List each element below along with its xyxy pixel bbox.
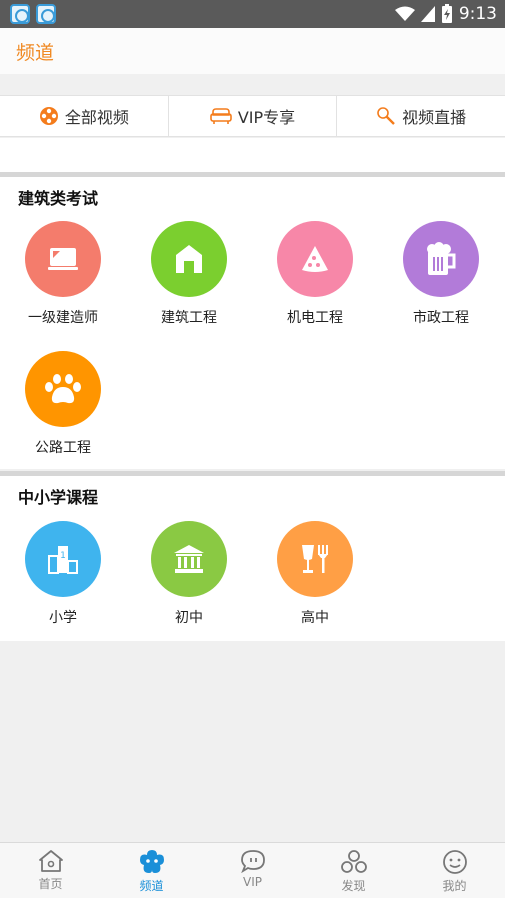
signal-icon (420, 6, 435, 22)
tab-label: 视频直播 (402, 108, 467, 127)
section-title: 中小学课程 (18, 488, 99, 507)
category-gaozhong[interactable]: 高中 (252, 521, 378, 627)
section-construction-exams: 建筑类考试 一级建造师 建筑工程 机电工程 市政工程 公路工程 (0, 172, 505, 469)
beer-mug-icon (427, 242, 456, 275)
category-icon-circle (151, 521, 227, 597)
nav-item-vip[interactable]: VIP (202, 843, 303, 898)
tab-all-videos[interactable]: 全部视频 (0, 96, 169, 136)
category-jidian-gongcheng[interactable]: 机电工程 (252, 221, 378, 327)
three-circles-icon (340, 850, 367, 873)
category-icon-circle (277, 221, 353, 297)
category-label: 高中 (301, 610, 329, 626)
category-label: 一级建造师 (28, 310, 98, 326)
battery-charging-icon (441, 4, 452, 23)
category-icon-circle: 1 (25, 521, 101, 597)
app-notification-icon (36, 4, 56, 24)
spacer (0, 138, 505, 172)
category-label: 建筑工程 (161, 310, 217, 326)
laptop-icon (48, 248, 78, 270)
nav-item-mine[interactable]: 我的 (404, 843, 505, 898)
house-icon (176, 245, 202, 273)
pizza-icon (302, 246, 328, 272)
tab-live[interactable]: 视频直播 (337, 96, 505, 136)
sofa-icon (210, 108, 232, 124)
status-time: 9:13 (458, 4, 497, 24)
section-title: 建筑类考试 (18, 189, 99, 208)
nav-label: 发现 (341, 879, 366, 893)
category-label: 小学 (49, 610, 77, 626)
nav-label: VIP (243, 875, 262, 889)
category-icon-circle (25, 221, 101, 297)
chat-bubble-icon (240, 850, 265, 873)
app-header: 频道 (0, 28, 505, 74)
paw-icon (45, 374, 81, 404)
drink-fork-icon (302, 545, 328, 573)
category-label: 公路工程 (35, 440, 91, 456)
nav-item-home[interactable]: 首页 (0, 843, 101, 898)
category-chuzhong[interactable]: 初中 (126, 521, 252, 627)
category-jianzhu-gongcheng[interactable]: 建筑工程 (126, 221, 252, 327)
channel-tabs: 全部视频 VIP专享 视频直播 (0, 95, 505, 137)
channel-flower-icon (139, 850, 164, 873)
smiley-icon (442, 850, 467, 874)
category-shizheng-gongcheng[interactable]: 市政工程 (378, 221, 504, 327)
nav-item-channel[interactable]: 频道 (101, 843, 202, 898)
category-xiaoxue[interactable]: 1 小学 (0, 521, 126, 627)
category-yiji-jianzaoshi[interactable]: 一级建造师 (0, 221, 126, 327)
podium-icon: 1 (48, 546, 78, 574)
category-gonglu-gongcheng[interactable]: 公路工程 (0, 351, 126, 457)
home-icon (38, 850, 63, 872)
nav-label: 我的 (442, 879, 467, 893)
section-k12-courses: 中小学课程 1 小学 初中 高中 (0, 471, 505, 641)
app-notification-icon (10, 4, 30, 24)
category-icon-circle (277, 521, 353, 597)
nav-item-discover[interactable]: 发现 (303, 843, 404, 898)
bottom-navigation: 首页 频道 VIP 发现 我的 (0, 842, 505, 898)
category-icon-circle (25, 351, 101, 427)
microphone-icon (377, 107, 396, 125)
tab-label: VIP专享 (237, 108, 296, 127)
category-icon-circle (403, 221, 479, 297)
nav-label: 首页 (38, 877, 63, 891)
category-label: 机电工程 (287, 310, 343, 326)
status-bar: 9:13 (0, 0, 505, 28)
tab-label: 全部视频 (64, 108, 129, 127)
category-label: 初中 (175, 610, 203, 626)
nav-label: 频道 (139, 879, 164, 893)
page-title: 频道 (16, 42, 55, 64)
tab-vip[interactable]: VIP专享 (169, 96, 338, 136)
wifi-icon (394, 6, 415, 21)
film-reel-icon (39, 107, 58, 125)
category-icon-circle (151, 221, 227, 297)
category-label: 市政工程 (413, 310, 469, 326)
svg-text:1: 1 (60, 551, 66, 561)
museum-icon (174, 545, 204, 573)
